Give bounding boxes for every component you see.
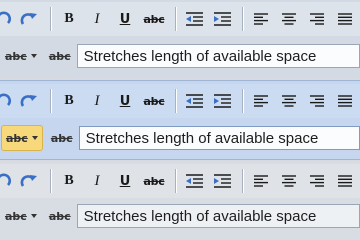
- undo-arrow-icon: [0, 92, 12, 110]
- undo-arrow-icon: [0, 172, 12, 190]
- toolbar-separator: [50, 89, 51, 113]
- align-right-icon: [309, 174, 325, 188]
- justify-button[interactable]: [331, 168, 359, 194]
- strikethrough-toggle[interactable]: abc: [51, 132, 73, 145]
- undo-button[interactable]: [0, 168, 12, 194]
- increase-indent-button[interactable]: [208, 168, 236, 194]
- align-left-icon: [253, 12, 269, 26]
- option-row-3: abc abc Stretches length of available sp…: [0, 202, 360, 230]
- undo-button[interactable]: [0, 6, 12, 32]
- align-center-button[interactable]: [275, 88, 303, 114]
- increase-indent-button[interactable]: [208, 88, 236, 114]
- strikethrough-dropdown-label: abc: [6, 131, 28, 145]
- decrease-indent-button[interactable]: [180, 168, 208, 194]
- toolbar-separator: [242, 169, 243, 193]
- redo-arrow-icon: [19, 10, 39, 28]
- align-right-button[interactable]: [303, 168, 331, 194]
- underline-button[interactable]: U: [111, 88, 139, 114]
- strikethrough-toggle[interactable]: abc: [49, 50, 71, 63]
- align-center-icon: [281, 174, 297, 188]
- align-left-button[interactable]: [247, 88, 275, 114]
- stretch-textbox-value: Stretches length of available space: [85, 129, 319, 147]
- align-right-icon: [309, 94, 325, 108]
- align-right-button[interactable]: [303, 6, 331, 32]
- chevron-down-icon: [31, 136, 38, 140]
- format-toolbar-2: B I U abc: [0, 84, 360, 118]
- chevron-down-icon: [30, 214, 37, 218]
- increase-indent-icon: [212, 93, 232, 109]
- toolbar-separator: [242, 7, 243, 31]
- redo-arrow-icon: [19, 172, 39, 190]
- justify-icon: [337, 94, 353, 108]
- underline-button[interactable]: U: [111, 6, 139, 32]
- bold-button[interactable]: B: [55, 88, 83, 114]
- redo-arrow-icon: [19, 92, 39, 110]
- option-row-2: abc abc Stretches length of available sp…: [0, 124, 360, 152]
- justify-button[interactable]: [331, 6, 359, 32]
- justify-icon: [337, 12, 353, 26]
- undo-button[interactable]: [0, 88, 12, 114]
- ribbon-panel-3: B I U abc abc abc Stretches length of av…: [0, 162, 360, 240]
- toolbar-separator: [50, 169, 51, 193]
- underline-button[interactable]: U: [111, 168, 139, 194]
- align-left-button[interactable]: [247, 168, 275, 194]
- format-toolbar-3: B I U abc: [0, 164, 360, 198]
- stretch-textbox-value: Stretches length of available space: [83, 47, 317, 65]
- decrease-indent-icon: [184, 93, 204, 109]
- redo-button[interactable]: [16, 168, 42, 194]
- toolbar-separator: [242, 89, 243, 113]
- decrease-indent-icon: [184, 173, 204, 189]
- strikethrough-toggle[interactable]: abc: [49, 210, 71, 223]
- italic-button[interactable]: I: [83, 6, 111, 32]
- strikethrough-dropdown[interactable]: abc: [1, 44, 41, 68]
- align-left-icon: [253, 94, 269, 108]
- toolbar-separator: [175, 169, 176, 193]
- bold-button[interactable]: B: [55, 168, 83, 194]
- align-right-icon: [309, 12, 325, 26]
- format-toolbar-1: B I U abc: [0, 2, 360, 36]
- strikethrough-dropdown[interactable]: abc: [1, 125, 43, 151]
- italic-button[interactable]: I: [83, 88, 111, 114]
- increase-indent-icon: [212, 173, 232, 189]
- align-center-icon: [281, 94, 297, 108]
- decrease-indent-button[interactable]: [180, 88, 208, 114]
- align-center-button[interactable]: [275, 168, 303, 194]
- align-center-icon: [281, 12, 297, 26]
- bold-button[interactable]: B: [55, 6, 83, 32]
- option-row-1: abc abc Stretches length of available sp…: [0, 42, 360, 70]
- stretch-textbox[interactable]: Stretches length of available space: [76, 44, 360, 68]
- redo-button[interactable]: [16, 6, 42, 32]
- strikethrough-button[interactable]: abc: [139, 6, 169, 32]
- strikethrough-dropdown-label: abc: [5, 49, 27, 63]
- strikethrough-dropdown-label: abc: [5, 209, 27, 223]
- strikethrough-button[interactable]: abc: [139, 168, 169, 194]
- ribbon-panel-2: B I U abc abc abc Stretches length of av…: [0, 80, 360, 160]
- align-left-icon: [253, 174, 269, 188]
- strikethrough-dropdown[interactable]: abc: [1, 204, 41, 228]
- stretch-textbox[interactable]: Stretches length of available space: [78, 126, 360, 150]
- align-center-button[interactable]: [275, 6, 303, 32]
- justify-icon: [337, 174, 353, 188]
- redo-button[interactable]: [16, 88, 42, 114]
- toolbar-separator: [50, 7, 51, 31]
- toolbar-separator: [175, 7, 176, 31]
- increase-indent-button[interactable]: [208, 6, 236, 32]
- decrease-indent-icon: [184, 11, 204, 27]
- justify-button[interactable]: [331, 88, 359, 114]
- stretch-textbox-value: Stretches length of available space: [83, 207, 317, 225]
- stretch-textbox[interactable]: Stretches length of available space: [76, 204, 360, 228]
- align-left-button[interactable]: [247, 6, 275, 32]
- increase-indent-icon: [212, 11, 232, 27]
- strikethrough-button[interactable]: abc: [139, 88, 169, 114]
- undo-arrow-icon: [0, 10, 12, 28]
- ribbon-panel-1: B I U abc abc abc Stretches length of av…: [0, 0, 360, 78]
- toolbar-separator: [175, 89, 176, 113]
- italic-button[interactable]: I: [83, 168, 111, 194]
- chevron-down-icon: [30, 54, 37, 58]
- decrease-indent-button[interactable]: [180, 6, 208, 32]
- align-right-button[interactable]: [303, 88, 331, 114]
